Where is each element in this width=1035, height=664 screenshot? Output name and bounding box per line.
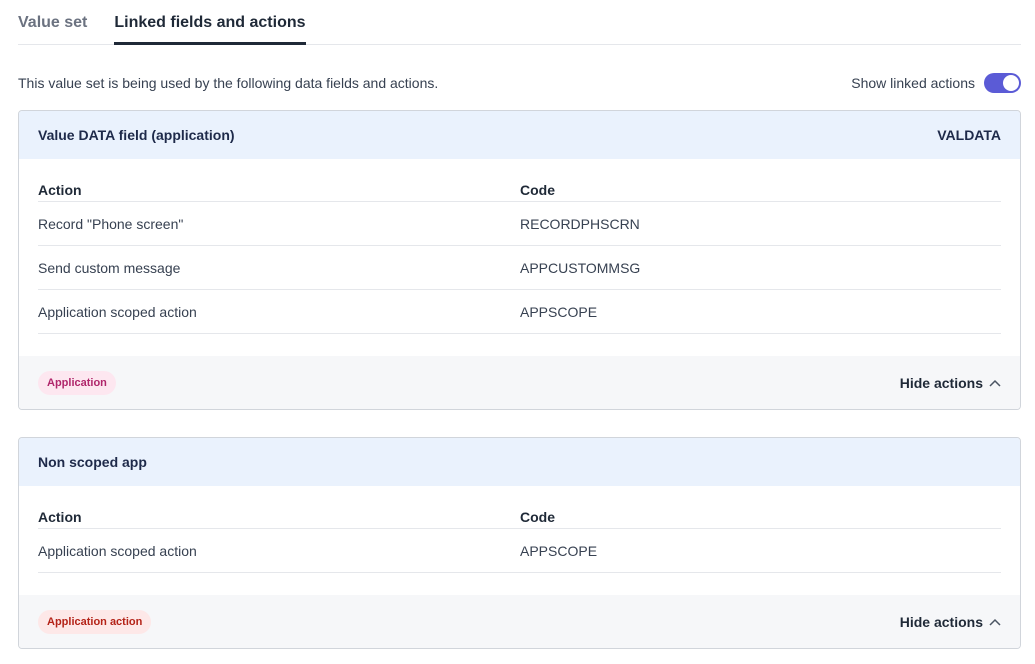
row-code: APPSCOPE	[520, 303, 598, 320]
table-header: Action Code	[38, 159, 1001, 202]
card-header: Value DATA field (application) VALDATA	[19, 111, 1020, 159]
row-code: RECORDPHSCRN	[520, 215, 640, 232]
card-title: Non scoped app	[38, 454, 147, 470]
scope-badge: Application	[38, 370, 116, 395]
card-footer: Application action Hide actions	[19, 595, 1020, 648]
show-linked-actions-toggle[interactable]	[984, 73, 1021, 93]
column-header-action: Action	[38, 509, 82, 525]
linked-field-card-valdata: Value DATA field (application) VALDATA A…	[18, 110, 1021, 410]
toggle-knob	[1003, 75, 1019, 91]
table-row: Send custom message APPCUSTOMMSG	[38, 246, 1001, 290]
linked-field-card-non-scoped-app: Non scoped app Action Code Application s…	[18, 437, 1021, 649]
column-header-action: Action	[38, 182, 82, 198]
row-code: APPSCOPE	[520, 542, 598, 559]
row-action: Application scoped action	[38, 542, 197, 559]
column-header-code: Code	[520, 182, 555, 198]
chevron-up-icon	[989, 618, 1001, 626]
row-action: Application scoped action	[38, 303, 197, 320]
hide-actions-button[interactable]: Hide actions	[900, 614, 1001, 630]
intro-text: This value set is being used by the foll…	[18, 75, 439, 91]
row-action: Send custom message	[38, 259, 181, 276]
table-row: Record "Phone screen" RECORDPHSCRN	[38, 202, 1001, 246]
hide-actions-button[interactable]: Hide actions	[900, 375, 1001, 391]
show-linked-actions-label: Show linked actions	[851, 75, 975, 91]
card-code: VALDATA	[937, 127, 1001, 143]
row-action: Record "Phone screen"	[38, 215, 184, 232]
tab-linked-fields-and-actions[interactable]: Linked fields and actions	[114, 0, 306, 45]
card-title: Value DATA field (application)	[38, 127, 235, 143]
tab-value-set[interactable]: Value set	[18, 0, 87, 45]
tab-bar: Value set Linked fields and actions	[18, 0, 1021, 45]
actions-table: Action Code Record "Phone screen" RECORD…	[38, 159, 1001, 334]
show-linked-actions-control: Show linked actions	[851, 73, 1021, 93]
row-code: APPCUSTOMMSG	[520, 259, 641, 276]
card-header: Non scoped app	[19, 438, 1020, 486]
table-row: Application scoped action APPSCOPE	[38, 290, 1001, 334]
table-row: Application scoped action APPSCOPE	[38, 529, 1001, 573]
card-footer: Application Hide actions	[19, 356, 1020, 409]
intro-bar: This value set is being used by the foll…	[18, 73, 1021, 93]
actions-table: Action Code Application scoped action AP…	[38, 486, 1001, 573]
scope-badge: Application action	[38, 609, 152, 634]
column-header-code: Code	[520, 509, 555, 525]
table-header: Action Code	[38, 486, 1001, 529]
chevron-up-icon	[989, 379, 1001, 387]
hide-actions-label: Hide actions	[899, 613, 983, 630]
hide-actions-label: Hide actions	[899, 374, 983, 391]
